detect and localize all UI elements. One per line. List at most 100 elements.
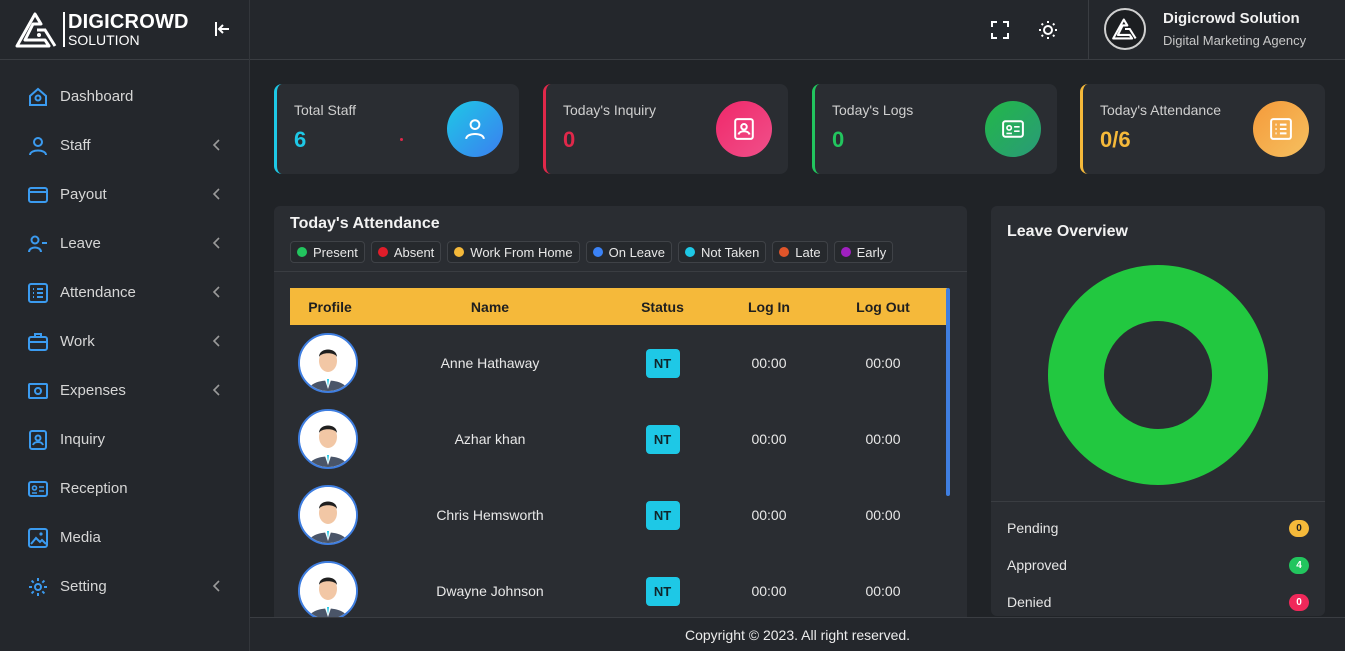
briefcase-icon	[27, 331, 49, 353]
logout-time: 00:00	[865, 431, 901, 447]
avatar	[1104, 8, 1146, 50]
leave-item-pending[interactable]: Pending 0	[1007, 518, 1309, 538]
profile-cell	[290, 485, 370, 545]
money-icon	[27, 380, 49, 402]
leave-donut-chart[interactable]	[1048, 265, 1268, 485]
list-icon	[27, 282, 49, 304]
column-header-logout: Log Out	[856, 298, 910, 315]
brand-text: DIGICROWD SOLUTION	[63, 12, 189, 47]
app: DIGICROWD SOLUTION Dashboard Staff Payou…	[0, 0, 1345, 651]
contact-icon	[27, 429, 49, 451]
donut-slice-approved[interactable]	[1048, 265, 1268, 485]
sidebar-item-label: Media	[60, 529, 101, 546]
count-badge: 0	[1289, 593, 1309, 611]
sidebar-item-dashboard[interactable]: Dashboard	[0, 72, 249, 121]
login-time: 00:00	[751, 583, 787, 599]
column-header-name: Name	[470, 298, 510, 315]
table-header: Profile Name Status Log In Log Out	[290, 288, 947, 325]
person-avatar-icon	[300, 487, 356, 543]
legend-dot	[840, 247, 851, 257]
user-profile[interactable]: Digicrowd Solution Digital Marketing Age…	[1104, 8, 1306, 50]
table-row[interactable]: Chris Hemsworth NT 00:00 00:00	[290, 477, 947, 553]
sidebar-item-label: Dashboard	[60, 88, 134, 105]
logout-time: 00:00	[865, 355, 901, 371]
brand-logo-icon	[1112, 18, 1137, 40]
card-label: Total Staff	[294, 102, 357, 118]
sidebar-item-attendance[interactable]: Attendance	[0, 268, 249, 317]
profile-text: Digicrowd Solution Digital Marketing Age…	[1163, 10, 1306, 48]
card-value: 0	[563, 127, 576, 152]
table-row[interactable]: Azhar khan NT 00:00 00:00	[290, 401, 947, 477]
employee-name: Chris Hemsworth	[436, 507, 544, 523]
sidebar-item-label: Setting	[60, 578, 107, 595]
stat-card-todays-logs[interactable]: Today's Logs 0	[812, 84, 1057, 174]
column-header-status: Status	[641, 298, 684, 315]
sidebar-item-label: Leave	[60, 235, 101, 252]
brand-logo-icon	[15, 12, 57, 47]
person-avatar-icon	[300, 335, 356, 391]
sidebar-item-inquiry[interactable]: Inquiry	[0, 415, 249, 464]
sidebar-item-label: Work	[60, 333, 95, 350]
leave-item-approved[interactable]: Approved 4	[1007, 555, 1309, 575]
sidebar-item-setting[interactable]: Setting	[0, 562, 249, 611]
legend-dot	[377, 247, 388, 257]
avatar	[298, 409, 358, 469]
legend-label: Absent	[393, 244, 435, 260]
sidebar-item-payout[interactable]: Payout	[0, 170, 249, 219]
stat-card-total-staff[interactable]: Total Staff 6	[274, 84, 519, 174]
table-row[interactable]: Dwayne Johnson NT 00:00 00:00	[290, 553, 947, 626]
person-avatar-icon	[300, 563, 356, 619]
brand[interactable]: DIGICROWD SOLUTION	[0, 0, 249, 60]
legend-on-leave[interactable]: On Leave	[585, 241, 672, 263]
stat-card-todays-attendance[interactable]: Today's Attendance 0/6	[1080, 84, 1325, 174]
avatar	[298, 485, 358, 545]
chevron-left-icon	[212, 237, 220, 249]
status-badge: NT	[645, 576, 680, 606]
sidebar-item-staff[interactable]: Staff	[0, 121, 249, 170]
legend-absent[interactable]: Absent	[370, 241, 442, 263]
user-icon	[27, 135, 49, 157]
stat-card-todays-inquiry[interactable]: Today's Inquiry 0	[543, 84, 788, 174]
legend-dot	[685, 247, 695, 257]
employee-name: Azhar khan	[454, 431, 526, 447]
legend-present[interactable]: Present	[290, 241, 365, 263]
legend-early[interactable]: Early	[833, 241, 894, 263]
sidebar-item-expenses[interactable]: Expenses	[0, 366, 249, 415]
legend-not-taken[interactable]: Not Taken	[678, 241, 767, 263]
attendance-panel: Today's Attendance Present Absent Work F…	[274, 206, 967, 626]
login-time: 00:00	[751, 431, 787, 447]
sidebar-item-media[interactable]: Media	[0, 513, 249, 562]
leave-item-denied[interactable]: Denied 0	[1007, 592, 1309, 612]
attendance-legend: Present Absent Work From Home On Leave N…	[290, 241, 894, 263]
sidebar-item-reception[interactable]: Reception	[0, 464, 249, 513]
chevron-left-icon	[212, 286, 220, 298]
legend-dot	[592, 247, 603, 257]
avatar	[298, 561, 358, 621]
card-label: Today's Inquiry	[563, 102, 656, 118]
decorative-dot	[400, 138, 403, 141]
leave-label: Pending	[1007, 520, 1059, 536]
status-badge: NT	[645, 348, 680, 378]
image-icon	[27, 527, 49, 549]
table-row[interactable]: Anne Hathaway NT 00:00 00:00	[290, 325, 947, 401]
sidebar-item-label: Payout	[60, 186, 107, 203]
column-header-profile: Profile	[308, 298, 352, 315]
theme-toggle-sun-icon[interactable]	[1036, 18, 1060, 42]
login-time: 00:00	[751, 355, 787, 371]
profile-cell	[290, 409, 370, 469]
sidebar-item-work[interactable]: Work	[0, 317, 249, 366]
legend-late[interactable]: Late	[772, 241, 828, 263]
legend-dot	[297, 247, 307, 257]
status-badge: NT	[645, 500, 680, 530]
collapse-sidebar-icon[interactable]	[212, 19, 232, 39]
legend-label: Not Taken	[701, 244, 760, 260]
sidebar-item-label: Expenses	[60, 382, 126, 399]
profile-role: Digital Marketing Agency	[1163, 33, 1307, 48]
gear-icon	[27, 576, 49, 598]
legend-label: Work From Home	[470, 244, 573, 260]
employee-name: Anne Hathaway	[440, 355, 540, 371]
brand-subtitle: SOLUTION	[68, 32, 140, 48]
legend-work-from-home[interactable]: Work From Home	[447, 241, 580, 263]
fullscreen-icon[interactable]	[988, 18, 1012, 42]
sidebar-item-leave[interactable]: Leave	[0, 219, 249, 268]
